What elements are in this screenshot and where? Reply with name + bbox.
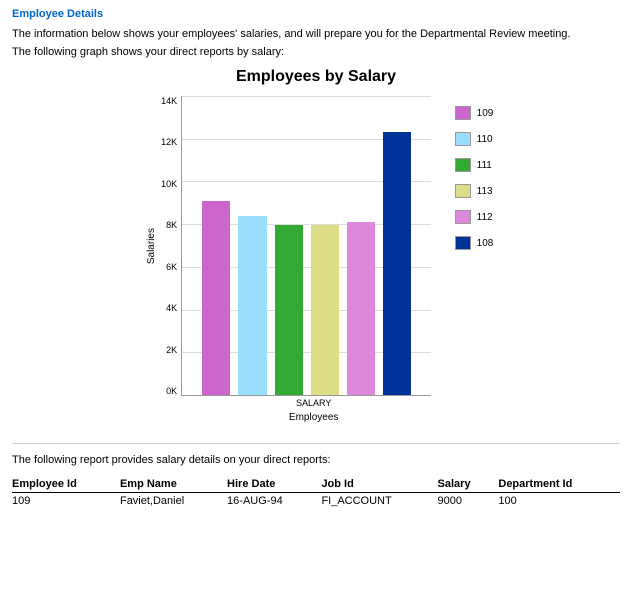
y-tick: 10K bbox=[161, 179, 177, 189]
table-cell: 109 bbox=[12, 493, 120, 510]
legend-label-112: 112 bbox=[477, 212, 493, 223]
table-body: 109Faviet,Daniel16-AUG-94FI_ACCOUNT90001… bbox=[12, 493, 620, 510]
chart-area: Salaries 14K 12K 10K 8K 6K 4K 2K 0K bbox=[139, 96, 494, 423]
x-axis-main: Employees bbox=[189, 412, 439, 423]
y-tick: 6K bbox=[161, 262, 177, 272]
chart-container: Employees by Salary Salaries 14K 12K 10K… bbox=[12, 68, 620, 423]
intro-text: The information below shows your employe… bbox=[12, 28, 620, 40]
report-intro: The following report provides salary det… bbox=[12, 454, 620, 466]
legend-item-109: 109 bbox=[455, 106, 494, 120]
chart-with-axes: Salaries 14K 12K 10K 8K 6K 4K 2K 0K bbox=[139, 96, 439, 423]
bar-110 bbox=[238, 216, 266, 395]
legend-item-113: 113 bbox=[455, 184, 494, 198]
table-row: 109Faviet,Daniel16-AUG-94FI_ACCOUNT90001… bbox=[12, 493, 620, 510]
chart-inner: Salaries 14K 12K 10K 8K 6K 4K 2K 0K bbox=[146, 96, 431, 396]
x-axis-main-container: Employees bbox=[189, 408, 439, 423]
legend-item-112: 112 bbox=[455, 210, 494, 224]
col-header-hire-date: Hire Date bbox=[227, 476, 321, 493]
col-header-emp-name: Emp Name bbox=[120, 476, 227, 493]
bar-108 bbox=[383, 132, 411, 395]
legend-color-111 bbox=[455, 158, 471, 172]
legend-color-108 bbox=[455, 236, 471, 250]
y-tick: 14K bbox=[161, 96, 177, 106]
legend-color-112 bbox=[455, 210, 471, 224]
table-cell: 9000 bbox=[438, 493, 499, 510]
bar-113 bbox=[311, 225, 339, 395]
y-tick: 4K bbox=[161, 303, 177, 313]
y-axis-label: Salaries bbox=[146, 228, 157, 264]
bar-109 bbox=[202, 201, 230, 395]
table-cell: Faviet,Daniel bbox=[120, 493, 227, 510]
page-title: Employee Details bbox=[12, 8, 620, 20]
legend-color-109 bbox=[455, 106, 471, 120]
col-header-employee-id: Employee Id bbox=[12, 476, 120, 493]
x-sub-label: SALARY bbox=[189, 398, 439, 408]
legend-label-113: 113 bbox=[477, 186, 493, 197]
graph-intro: The following graph shows your direct re… bbox=[12, 46, 620, 58]
legend-color-113 bbox=[455, 184, 471, 198]
x-labels: SALARY bbox=[189, 396, 439, 408]
y-tick: 2K bbox=[161, 345, 177, 355]
y-tick: 8K bbox=[161, 220, 177, 230]
bars-area bbox=[181, 96, 431, 396]
legend-label-108: 108 bbox=[477, 238, 494, 249]
legend-item-108: 108 bbox=[455, 236, 494, 250]
employee-table: Employee Id Emp Name Hire Date Job Id Sa… bbox=[12, 476, 620, 509]
legend-label-111: 111 bbox=[477, 160, 492, 171]
table-cell: FI_ACCOUNT bbox=[321, 493, 437, 510]
legend-label-110: 110 bbox=[477, 134, 493, 145]
divider bbox=[12, 443, 620, 444]
bar-112 bbox=[347, 222, 375, 395]
col-header-department-id: Department Id bbox=[498, 476, 620, 493]
y-axis: 14K 12K 10K 8K 6K 4K 2K 0K bbox=[161, 96, 177, 396]
y-tick: 0K bbox=[161, 386, 177, 396]
y-tick: 12K bbox=[161, 137, 177, 147]
col-header-salary: Salary bbox=[438, 476, 499, 493]
legend-color-110 bbox=[455, 132, 471, 146]
legend-label-109: 109 bbox=[477, 108, 494, 119]
table-cell: 16-AUG-94 bbox=[227, 493, 321, 510]
chart-title: Employees by Salary bbox=[236, 68, 396, 86]
table-header-row: Employee Id Emp Name Hire Date Job Id Sa… bbox=[12, 476, 620, 493]
bar-111 bbox=[275, 225, 303, 395]
col-header-job-id: Job Id bbox=[321, 476, 437, 493]
legend-item-110: 110 bbox=[455, 132, 494, 146]
legend-item-111: 111 bbox=[455, 158, 494, 172]
table-cell: 100 bbox=[498, 493, 620, 510]
chart-legend: 109 110 111 113 112 108 bbox=[455, 96, 494, 250]
bars-group bbox=[182, 96, 431, 395]
